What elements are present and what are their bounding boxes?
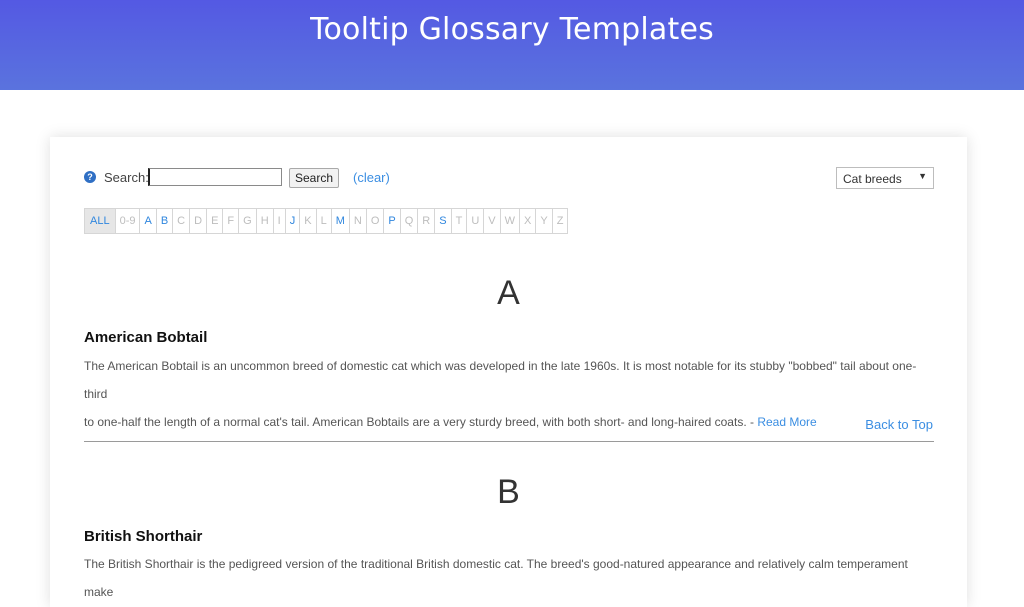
letter-filter-y: Y [536,209,553,233]
letter-filter-w: W [501,209,521,233]
search-button[interactable]: Search [289,168,339,188]
letter-filter-s[interactable]: S [435,209,452,233]
term-description-british-shorthair: The British Shorthair is the pedigreed v… [84,550,936,606]
category-select[interactable]: Cat breeds ▼ [836,167,934,189]
letter-filter-h: H [257,209,274,233]
letter-filter-x: X [520,209,537,233]
search-input[interactable] [148,168,282,186]
letter-filter-u: U [467,209,485,233]
letter-filter-i: I [274,209,286,233]
letter-filter-b[interactable]: B [157,209,174,233]
letter-filter-e: E [207,209,224,233]
letter-filter-f: F [223,209,240,233]
term-title-american-bobtail: American Bobtail [84,329,208,346]
help-icon[interactable]: ? [84,171,96,183]
letter-filter-q: Q [401,209,419,233]
read-more-link[interactable]: Read More [757,415,816,429]
letter-filter-j[interactable]: J [286,209,301,233]
letter-filter-z: Z [556,215,564,227]
letter-filter-a[interactable]: A [140,209,157,233]
section-heading-b: B [497,473,520,511]
header-banner: Tooltip Glossary Templates [0,0,1024,90]
description-line: The British Shorthair is the pedigreed v… [84,557,908,599]
chevron-down-icon: ▼ [918,171,927,181]
letter-filter-all[interactable]: ALL [85,209,116,233]
letter-filter-0-9: 0-9 [116,209,141,233]
back-to-top-link[interactable]: Back to Top [865,417,933,432]
page-title: Tooltip Glossary Templates [310,12,714,47]
letter-filter-d: D [190,209,208,233]
letter-filter-v: V [484,209,501,233]
description-line: to one-half the length of a normal cat's… [84,408,936,436]
letter-filter-bar: ALL 0-9 A B C D E F G H I J K L M N O P Q R S T U V W X Y Z [84,208,569,234]
letter-filter-m[interactable]: M [332,209,350,233]
term-title-british-shorthair: British Shorthair [84,528,203,545]
letter-filter-g: G [239,209,257,233]
letter-filter-p[interactable]: P [384,209,401,233]
letter-filter-o: O [367,209,385,233]
description-text: to one-half the length of a normal cat's… [84,415,758,429]
category-select-value: Cat breeds [843,172,902,186]
search-label: Search: [104,170,149,185]
letter-filter-r: R [418,209,436,233]
letter-filter-l: L [317,209,332,233]
term-description-american-bobtail: The American Bobtail is an uncommon bree… [84,352,936,436]
section-divider [84,441,934,442]
clear-link[interactable]: (clear) [353,170,390,185]
section-heading-a: A [497,274,520,312]
letter-filter-t: T [452,209,468,233]
letter-filter-k: K [300,209,317,233]
letter-filter-n: N [350,209,367,233]
letter-filter-c: C [173,209,191,233]
description-line: The American Bobtail is an uncommon bree… [84,359,917,401]
